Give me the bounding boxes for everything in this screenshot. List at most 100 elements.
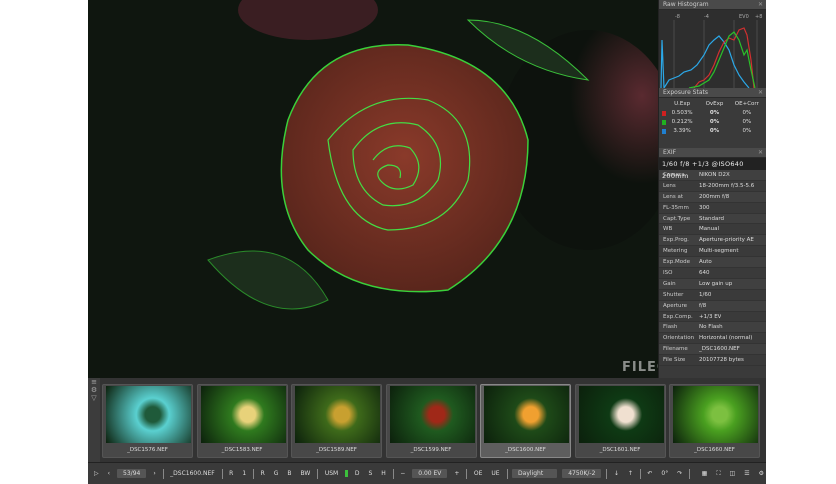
temperature-field[interactable]: 4750K/-2 [562, 469, 602, 478]
arrow-up-icon[interactable]: ↑ [626, 469, 635, 478]
exif-value: NIKON D2X [699, 172, 730, 178]
close-icon[interactable]: ✕ [758, 148, 763, 158]
filmstrip-thumbnail[interactable]: _DSC1599.NEF [385, 384, 477, 458]
svg-text:-8: -8 [675, 14, 680, 20]
thumbnail-image [578, 386, 664, 443]
usm-toggle[interactable] [345, 470, 348, 477]
exif-value: +1/3 EV [699, 313, 722, 320]
white-balance-select[interactable]: Daylight [512, 469, 558, 478]
exif-key: Exp.Mode [663, 259, 690, 266]
bottom-toolbar: ▷ ‹ 53/94 › _DSC1600.NEF R 1 R G B BW US… [88, 462, 766, 484]
filmstrip-thumbnail[interactable]: _DSC1601.NEF [574, 384, 666, 458]
exif-value: Standard [699, 215, 725, 222]
exif-row: Exp.Prog. Aperture-priority AE [659, 235, 766, 247]
exif-value: Manual [699, 226, 719, 233]
channel-blue[interactable]: B [285, 469, 293, 478]
exif-summary: 1/60 f/8 +1/3 @ISO640 200mm [659, 158, 766, 180]
exif-value: 200mm f/8 [699, 193, 730, 200]
filmstrip-thumbnail[interactable]: _DSC1600.NEF [480, 384, 571, 458]
filmstrip-thumbnail[interactable]: _DSC1589.NEF [291, 384, 382, 458]
exif-row: WB Manual [659, 224, 766, 236]
right-panel: Raw Histogram ✕ -8 -4 EV0 +8 Exposure Stats ✕… [658, 0, 766, 378]
exif-key: ISO [663, 270, 673, 277]
exif-row: Camera NIKON D2X [659, 170, 766, 181]
close-icon[interactable]: ✕ [758, 0, 763, 10]
image-viewer[interactable] [88, 0, 658, 378]
thumbnail-image [106, 386, 191, 443]
rotate-left-icon[interactable]: ↶ [645, 469, 654, 478]
stats-row-red: 0.503% 0% 0% [662, 109, 763, 118]
exif-row: Metering Multi-segment [659, 246, 766, 258]
ev-field[interactable]: 0.00 EV [412, 469, 448, 478]
exif-key: Orientation [663, 335, 695, 342]
thumbnail-image [200, 386, 286, 443]
s-button[interactable]: S [366, 469, 374, 478]
settings-icon[interactable]: ⚙ [757, 469, 766, 478]
exif-key: Metering [663, 248, 688, 255]
channel-green[interactable]: G [272, 469, 281, 478]
exif-row: Aperture f/8 [659, 300, 766, 312]
filmstrip-thumbnail[interactable]: _DSC1576.NEF [102, 384, 193, 458]
svg-text:+8: +8 [755, 14, 762, 20]
thumbnail-label: _DSC1583.NEF [221, 447, 263, 453]
exif-key: WB [663, 226, 673, 233]
exif-row: Gain Low gain up [659, 278, 766, 290]
rotate-right-icon[interactable]: ↷ [675, 469, 684, 478]
thumbnail-image [484, 386, 569, 443]
exif-key: Gain [663, 280, 676, 287]
channel-red[interactable]: R [259, 469, 267, 478]
filmstrip-sidebar[interactable]: ≡ ⚙ ▽ [88, 378, 100, 462]
thumbnail-label: _DSC1576.NEF [127, 447, 168, 453]
exif-row: FL-35mm 300 [659, 203, 766, 214]
overexposure-button[interactable]: OE [472, 469, 485, 478]
thumbnail-label: _DSC1589.NEF [316, 447, 357, 453]
exif-key: Shutter [663, 291, 684, 298]
exif-row: File Size 20107728 bytes [659, 355, 766, 367]
channel-bw[interactable]: BW [299, 469, 313, 478]
exif-key: Flash [663, 324, 678, 331]
exif-table: Camera NIKON D2X Lens 18-200mm f/3.5-5.6 Len… [659, 170, 766, 367]
stats-row-blue: 3.39% 0% 0% [662, 127, 763, 136]
thumbnail-image [389, 386, 475, 443]
ev-plus-button[interactable]: + [452, 469, 461, 478]
arrow-down-icon[interactable]: ↓ [612, 469, 621, 478]
rotation-value: 0° [661, 470, 669, 477]
exif-row: Exp.Comp. +1/3 EV [659, 312, 766, 323]
exif-value: Aperture-priority AE [699, 237, 754, 244]
histogram-header: Raw Histogram ✕ [659, 0, 766, 10]
exif-key: Filename [663, 346, 688, 353]
channel-r[interactable]: R [227, 469, 235, 478]
fullscreen-icon[interactable]: ⛶ [714, 469, 722, 479]
exif-value: 20107728 bytes [699, 357, 744, 364]
exif-row: Orientation Horizontal (normal) [659, 333, 766, 345]
channel-1[interactable]: 1 [240, 469, 248, 478]
exif-value: f/8 [699, 302, 707, 309]
exif-row: Capt.Type Standard [659, 213, 766, 225]
exif-row: Exp.Mode Auto [659, 257, 766, 269]
ev-minus-button[interactable]: − [398, 469, 407, 478]
grid-view-icon[interactable]: ▦ [700, 469, 710, 478]
filmstrip-thumbnail[interactable]: _DSC1583.NEF [196, 384, 288, 458]
exif-key: Camera [663, 172, 685, 178]
underexposure-button[interactable]: UE [489, 469, 501, 478]
h-button[interactable]: H [379, 469, 388, 478]
image-counter[interactable]: 53/94 [117, 469, 147, 478]
prev-button[interactable]: ‹ [106, 469, 112, 478]
exif-key: Lens [663, 182, 676, 189]
usm-button[interactable]: USM [323, 469, 340, 478]
exif-value: 18-200mm f/3.5-5.6 [699, 182, 755, 189]
d-button[interactable]: D [353, 469, 362, 478]
exif-key: File Size [663, 357, 686, 364]
panel-toggle-button[interactable]: ▷ [92, 469, 101, 478]
split-view-icon[interactable]: ◫ [728, 469, 738, 478]
next-button[interactable]: › [151, 469, 157, 478]
thumbnail-image [673, 386, 758, 443]
exif-value: No Flash [699, 324, 723, 331]
close-icon[interactable]: ✕ [758, 88, 763, 98]
exif-row: Lens 18-200mm f/3.5-5.6 [659, 181, 766, 192]
exif-row: Lens at 200mm f/8 [659, 191, 766, 203]
filmstrip-thumbnail[interactable]: _DSC1660.NEF [669, 384, 760, 458]
exif-key: Capt.Type [663, 215, 691, 222]
thumbnail-label: _DSC1600.NEF [505, 447, 546, 453]
list-view-icon[interactable]: ☰ [742, 469, 751, 478]
